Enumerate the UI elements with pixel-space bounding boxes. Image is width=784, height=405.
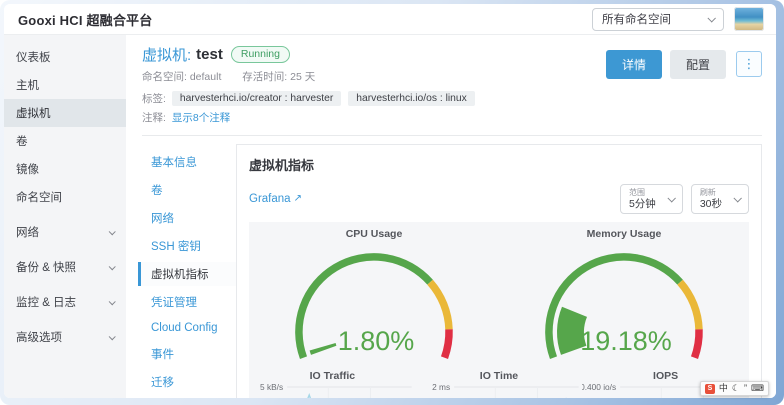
- ime-toolbar[interactable]: S 中 ☾ ” ⌨: [700, 381, 769, 396]
- chevron-down-icon: [109, 298, 116, 305]
- io-traffic-chart-panel: IO Traffic 5 kB/s: [249, 367, 416, 398]
- top-bar: Gooxi HCI 超融合平台 所有命名空间: [4, 4, 776, 35]
- namespace-select[interactable]: 所有命名空间: [592, 8, 724, 31]
- vm-subinfo: 命名空间: default 存活时间: 25 天: [142, 69, 606, 84]
- sidebar-item-hosts[interactable]: 主机: [4, 71, 126, 99]
- tab-ssh-keys[interactable]: SSH 密钥: [138, 234, 236, 258]
- panel-title: 虚拟机指标: [249, 155, 749, 174]
- chevron-down-icon: [667, 194, 675, 202]
- main-content: 虚拟机: test Running 命名空间: default 存活时间: 25…: [126, 35, 776, 398]
- sidebar-item-namespaces[interactable]: 命名空间: [4, 183, 126, 211]
- sidebar-item-virtual-machines[interactable]: 虚拟机: [4, 99, 126, 127]
- sidebar-item-networks[interactable]: 网络: [4, 218, 126, 246]
- tab-volumes[interactable]: 卷: [138, 178, 236, 202]
- chevron-down-icon: [109, 333, 116, 340]
- sidebar-item-monitoring-logs[interactable]: 监控 & 日志: [4, 288, 126, 316]
- sidebar-item-dashboard[interactable]: 仪表板: [4, 43, 126, 71]
- metadata-section: 标签: harvesterhci.io/creator : harvester …: [126, 84, 776, 129]
- details-button[interactable]: 详情: [606, 50, 662, 79]
- label-chip: harvesterhci.io/os : linux: [348, 91, 474, 106]
- keyboard-icon[interactable]: ⌨: [751, 384, 764, 393]
- y-tick: 5 kB/s: [260, 382, 283, 392]
- vm-name: test: [196, 46, 223, 63]
- tab-cloud-config[interactable]: Cloud Config: [138, 318, 236, 338]
- chevron-down-icon: [733, 194, 741, 202]
- range-value: 5分钟: [629, 198, 656, 211]
- y-tick: 2 ms: [432, 382, 450, 392]
- memory-usage-gauge: 19.18%: [499, 240, 749, 360]
- metrics-toolbar: Grafana ↗ 范围 5分钟: [249, 184, 749, 214]
- kebab-menu-button[interactable]: ⋮: [736, 51, 762, 77]
- range-select[interactable]: 范围 5分钟: [620, 184, 683, 214]
- memory-usage-gauge-panel: Memory Usage 19.18%: [499, 225, 749, 365]
- tab-basic-info[interactable]: 基本信息: [138, 150, 236, 174]
- app-window: Gooxi HCI 超融合平台 所有命名空间 仪表板 主机 虚拟机 卷 镜像 命…: [4, 4, 776, 398]
- vm-namespace: 命名空间: default: [142, 71, 221, 83]
- resource-type-label: 虚拟机:: [142, 44, 191, 65]
- chevron-down-icon: [109, 263, 116, 270]
- screenshot-frame: Gooxi HCI 超融合平台 所有命名空间 仪表板 主机 虚拟机 卷 镜像 命…: [0, 0, 784, 405]
- memory-usage-value: 19.18%: [580, 326, 672, 356]
- vm-age: 存活时间: 25 天: [242, 71, 315, 83]
- chart-title: IO Time: [416, 367, 583, 382]
- ime-logo-icon[interactable]: S: [705, 384, 715, 394]
- grafana-link[interactable]: Grafana ↗: [249, 193, 302, 205]
- io-time-chart: 2 ms 1.50 ms 1 ms: [416, 382, 583, 398]
- tab-migration[interactable]: 迁移: [138, 370, 236, 394]
- status-badge: Running: [231, 46, 290, 63]
- sidebar-item-advanced[interactable]: 高级选项: [4, 323, 126, 351]
- refresh-label: 刷新: [700, 188, 722, 198]
- sidebar-item-volumes[interactable]: 卷: [4, 127, 126, 155]
- sidebar-item-images[interactable]: 镜像: [4, 155, 126, 183]
- page-title: 虚拟机: test Running: [142, 44, 606, 65]
- punctuation-icon[interactable]: ”: [744, 384, 747, 393]
- chart-title: IOPS: [582, 367, 749, 382]
- refresh-value: 30秒: [700, 198, 722, 211]
- io-time-chart-panel: IO Time 2 ms 1.: [416, 367, 583, 398]
- vm-detail-header: 虚拟机: test Running 命名空间: default 存活时间: 25…: [126, 35, 776, 84]
- y-tick: 0.400 io/s: [582, 382, 616, 392]
- grafana-dashboard: CPU Usage 1.80%: [249, 222, 749, 398]
- ime-language-mode[interactable]: 中: [719, 384, 728, 393]
- tab-vm-metrics[interactable]: 虚拟机指标: [138, 262, 236, 286]
- refresh-select[interactable]: 刷新 30秒: [691, 184, 749, 214]
- moon-icon[interactable]: ☾: [732, 384, 740, 393]
- sidebar: 仪表板 主机 虚拟机 卷 镜像 命名空间 网络 备份 & 快照 监控 & 日志 …: [4, 35, 126, 398]
- label-chip: harvesterhci.io/creator : harvester: [172, 91, 341, 106]
- cpu-usage-value: 1.80%: [338, 326, 415, 356]
- cpu-usage-gauge-panel: CPU Usage 1.80%: [249, 225, 499, 365]
- show-annotations-link[interactable]: 显示8个注释: [172, 110, 230, 125]
- range-label: 范围: [629, 188, 656, 198]
- detail-tabs: 基本信息 卷 网络 SSH 密钥 虚拟机指标 凭证管理 Cloud Config…: [138, 144, 236, 398]
- external-link-icon: ↗: [294, 194, 302, 204]
- annotations-title: 注释:: [142, 110, 166, 125]
- tab-credentials[interactable]: 凭证管理: [138, 290, 236, 314]
- chart-title: Memory Usage: [499, 225, 749, 240]
- chart-title: IO Traffic: [249, 367, 416, 382]
- tab-networks[interactable]: 网络: [138, 206, 236, 230]
- chevron-down-icon: [707, 14, 715, 22]
- namespace-select-value: 所有命名空间: [602, 11, 671, 27]
- sidebar-item-backup-snapshot[interactable]: 备份 & 快照: [4, 253, 126, 281]
- chevron-down-icon: [109, 228, 116, 235]
- config-button[interactable]: 配置: [670, 50, 726, 79]
- user-avatar[interactable]: [734, 7, 764, 31]
- chart-title: CPU Usage: [249, 225, 499, 240]
- vm-metrics-panel: 虚拟机指标 Grafana ↗ 范围 5分钟: [236, 144, 762, 398]
- app-logo: Gooxi HCI 超融合平台: [18, 10, 152, 29]
- tab-events[interactable]: 事件: [138, 342, 236, 366]
- io-traffic-chart: 5 kB/s 4 kB/s 3 kB/s: [249, 382, 416, 398]
- cpu-usage-gauge: 1.80%: [249, 240, 499, 360]
- labels-title: 标签:: [142, 91, 166, 106]
